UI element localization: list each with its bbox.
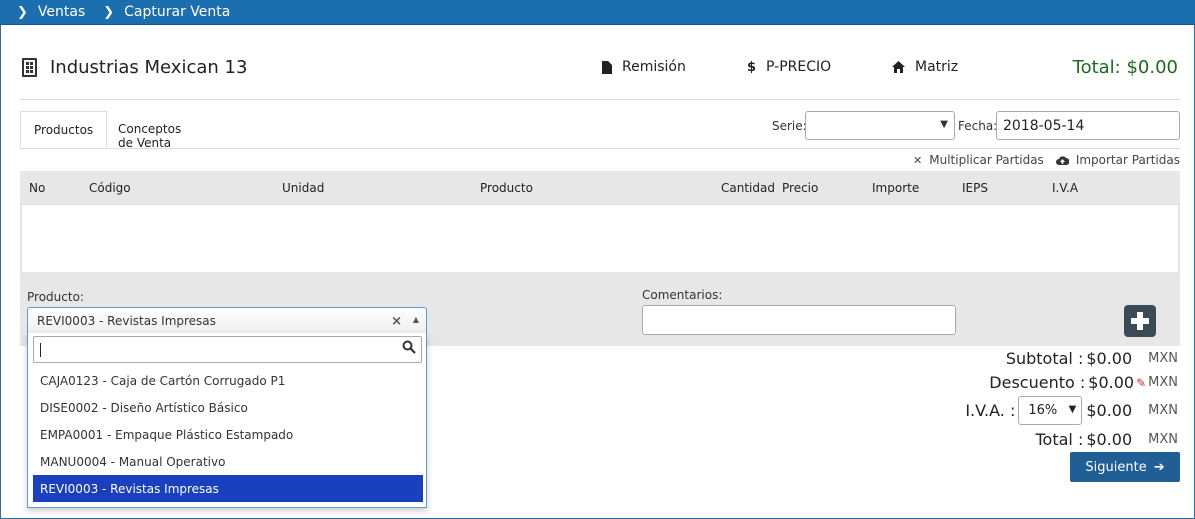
serie-label: Serie: <box>772 119 807 133</box>
header-total: Total: $0.00 <box>1072 57 1178 78</box>
producto-selected-value: REVI0003 - Revistas Impresas <box>37 314 216 328</box>
descuento-currency: MXN <box>1148 375 1178 390</box>
remision-link[interactable]: Remisión <box>602 59 686 75</box>
fecha-input[interactable]: 2018-05-14 <box>996 111 1180 140</box>
edit-icon[interactable]: ✎ <box>1136 376 1146 390</box>
producto-select[interactable]: REVI0003 - Revistas Impresas × ▲ <box>27 307 427 334</box>
subtotal-row: Subtotal : $0.00 MXN <box>1006 349 1178 368</box>
col-producto: Producto <box>480 181 533 195</box>
multiplicar-partidas-label: Multiplicar Partidas <box>929 153 1044 167</box>
remision-label: Remisión <box>622 59 686 75</box>
siguiente-button[interactable]: Siguiente ➔ <box>1070 452 1180 482</box>
add-item-button[interactable] <box>1124 305 1156 337</box>
times-icon: ✕ <box>913 153 923 167</box>
caret-up-icon[interactable]: ▲ <box>413 315 419 324</box>
dropdown-option[interactable]: EMPA0001 - Empaque Plástico Estampado <box>33 421 423 448</box>
subtotal-value: $0.00 <box>1086 349 1133 368</box>
company-name: Industrias Mexican 13 <box>50 57 248 78</box>
breadcrumb-label: Ventas <box>37 4 86 20</box>
total-currency: MXN <box>1148 432 1178 447</box>
dropdown-option[interactable]: DISE0002 - Diseño Artístico Básico <box>33 394 423 421</box>
total-label: Total : <box>1035 430 1084 449</box>
home-icon <box>892 61 905 73</box>
col-importe: Importe <box>872 181 920 195</box>
iva-currency: MXN <box>1148 403 1178 418</box>
file-icon <box>602 60 612 74</box>
page-header: Industrias Mexican 13 Remisión $ P-PRECI… <box>20 55 1180 81</box>
producto-dropdown: CAJA0123 - Caja de Cartón Corrugado P1 D… <box>27 333 427 508</box>
descuento-value: $0.00 <box>1088 373 1135 392</box>
p-precio-label: P-PRECIO <box>766 59 832 75</box>
comentarios-input[interactable] <box>642 305 956 335</box>
producto-label: Producto: <box>27 290 84 304</box>
comentarios-label: Comentarios: <box>642 288 723 302</box>
grid-body <box>20 204 1180 274</box>
breadcrumb: ❯ Ventas ❯ Capturar Venta <box>0 0 1195 25</box>
col-no: No <box>29 181 46 195</box>
multiplicar-partidas-button[interactable]: ✕ Multiplicar Partidas <box>913 153 1044 167</box>
text-cursor <box>40 343 41 357</box>
search-icon <box>402 340 416 354</box>
descuento-row: Descuento : $0.00 ✎ MXN <box>989 373 1178 392</box>
p-precio-link[interactable]: $ P-PRECIO <box>747 59 831 75</box>
grid-actions: ✕ Multiplicar Partidas Importar Partidas <box>901 153 1180 167</box>
siguiente-label: Siguiente <box>1085 459 1147 475</box>
serie-select[interactable]: ▼ <box>805 111 955 140</box>
iva-label: I.V.A. : <box>965 401 1016 420</box>
tab-productos[interactable]: Productos <box>20 111 108 149</box>
grid-header: No Código Unidad Producto Cantidad Preci… <box>20 171 1180 204</box>
chevron-right-icon: ❯ <box>17 4 28 20</box>
breadcrumb-item-ventas[interactable]: ❯ Ventas <box>17 4 85 20</box>
divider <box>20 99 1180 100</box>
dropdown-option[interactable]: MANU0004 - Manual Operativo <box>33 448 423 475</box>
iva-rate-value: 16% <box>1028 403 1058 418</box>
fecha-label: Fecha: <box>958 119 998 133</box>
iva-value: $0.00 <box>1086 401 1133 420</box>
col-codigo: Código <box>89 181 131 195</box>
iva-row: I.V.A. : 16% ▼ $0.00 MXN <box>965 396 1178 425</box>
dropdown-search-input[interactable] <box>33 336 422 363</box>
chevron-right-icon: ❯ <box>103 4 115 20</box>
arrow-right-icon: ➔ <box>1153 459 1165 475</box>
caret-down-icon: ▼ <box>940 119 948 130</box>
importar-partidas-label: Importar Partidas <box>1075 153 1180 167</box>
matriz-link[interactable]: Matriz <box>892 59 958 75</box>
col-cantidad: Cantidad <box>721 181 775 195</box>
col-precio: Precio <box>782 181 819 195</box>
caret-down-icon: ▼ <box>1068 404 1077 415</box>
dropdown-option-selected[interactable]: REVI0003 - Revistas Impresas <box>33 475 423 502</box>
total-value: $0.00 <box>1086 430 1133 449</box>
subtotal-currency: MXN <box>1148 351 1178 366</box>
dropdown-option[interactable]: CAJA0123 - Caja de Cartón Corrugado P1 <box>33 367 423 394</box>
breadcrumb-item-capturar-venta[interactable]: ❯ Capturar Venta <box>103 4 230 20</box>
building-icon <box>22 58 37 77</box>
iva-rate-select[interactable]: 16% ▼ <box>1018 396 1083 425</box>
subtotal-label: Subtotal : <box>1005 349 1084 368</box>
descuento-label: Descuento : <box>989 373 1086 392</box>
importar-partidas-button[interactable]: Importar Partidas <box>1055 153 1180 167</box>
matriz-label: Matriz <box>915 59 959 75</box>
cloud-upload-icon <box>1055 156 1069 165</box>
col-iva: I.V.A <box>1052 181 1079 195</box>
tab-conceptos-de-venta[interactable]: Conceptos de Venta <box>105 111 194 150</box>
total-row: Total : $0.00 MXN <box>1035 430 1178 449</box>
col-unidad: Unidad <box>282 181 325 195</box>
col-ieps: IEPS <box>962 181 988 195</box>
dollar-icon: $ <box>747 59 757 75</box>
breadcrumb-label: Capturar Venta <box>124 4 231 20</box>
clear-icon[interactable]: × <box>391 314 402 329</box>
tab-divider <box>20 148 1180 149</box>
